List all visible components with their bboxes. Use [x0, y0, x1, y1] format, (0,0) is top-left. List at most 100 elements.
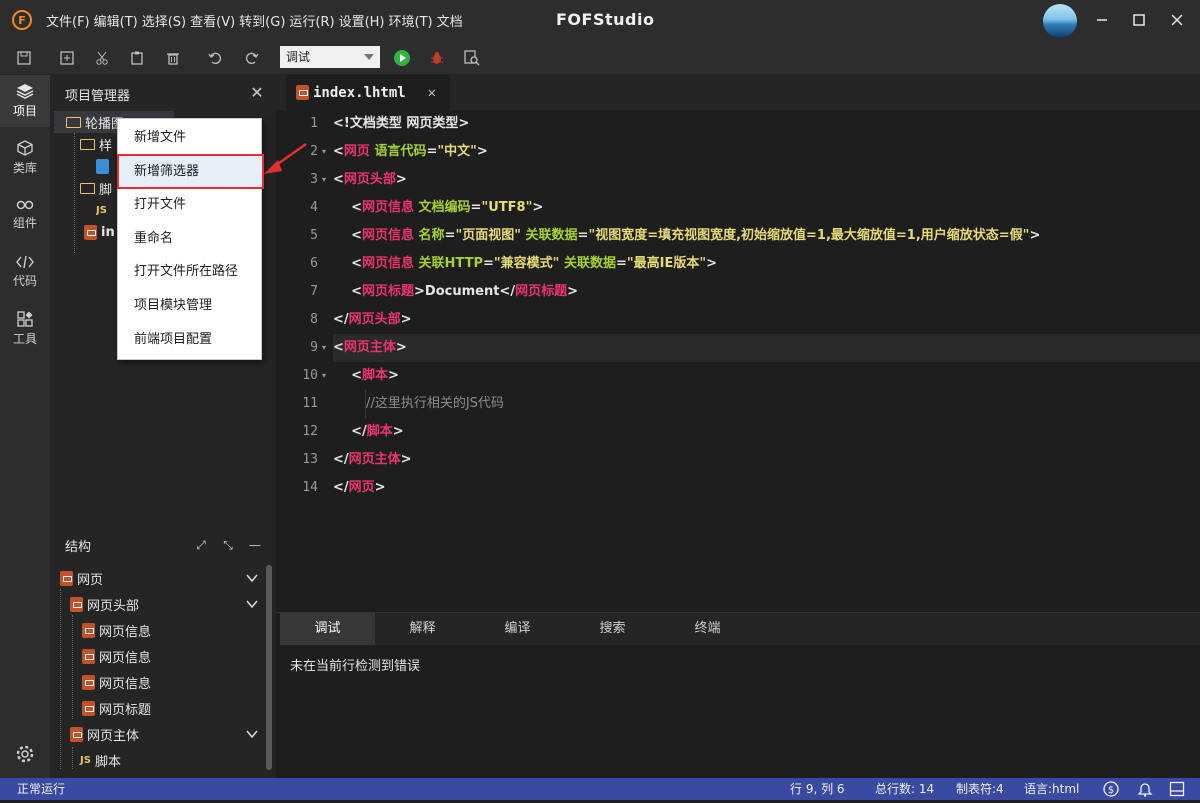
code-token: < — [333, 256, 362, 271]
menu-edit[interactable]: 编辑(T) — [94, 11, 138, 30]
code-token: = — [615, 256, 627, 271]
code-line[interactable]: </网页头部> — [333, 306, 412, 334]
activity-tools[interactable]: 工具 — [0, 303, 50, 355]
redo-icon[interactable] — [242, 48, 262, 68]
code-line[interactable]: <网页头部> — [333, 166, 407, 194]
menu-item-project-config[interactable]: 前端项目配置 — [118, 323, 263, 356]
tab-compile[interactable]: 编译 — [470, 613, 565, 645]
run-icon[interactable] — [392, 48, 412, 68]
code-line[interactable]: </网页主体> — [333, 446, 412, 474]
code-token: "页面视图" — [455, 228, 521, 243]
maximize-icon[interactable] — [1129, 10, 1149, 30]
activity-components[interactable]: 组件 — [0, 189, 50, 241]
menu-item-new-file[interactable]: 新增文件 — [118, 121, 263, 154]
code-line[interactable]: <脚本> — [333, 362, 399, 390]
menu-item-module-management[interactable]: 项目模块管理 — [118, 289, 263, 322]
menu-run[interactable]: 运行(R) — [289, 11, 334, 30]
close-icon[interactable] — [1167, 10, 1187, 30]
new-file-icon[interactable] — [57, 48, 77, 68]
link-icon — [16, 200, 34, 210]
code-line[interactable]: <网页信息 名称="页面视图" 关联数据="视图宽度=填充视图宽度,初始缩放值=… — [333, 222, 1040, 250]
line-number: 10 — [302, 368, 318, 383]
run-mode-select[interactable]: 调试 — [280, 46, 380, 68]
chevron-down-icon[interactable] — [246, 598, 258, 610]
settings-gear-icon[interactable] — [0, 735, 50, 775]
menu-select[interactable]: 选择(S) — [142, 11, 186, 30]
chevron-down-icon[interactable] — [246, 728, 258, 740]
structure-item[interactable]: 网页头部 — [70, 591, 139, 617]
code-line[interactable]: <网页标题>Document</网页标题> — [333, 278, 578, 306]
tab-index-file[interactable]: index.lhtml ✕ — [286, 75, 450, 110]
code-line[interactable]: </网页> — [333, 474, 386, 502]
minimize-panel-icon[interactable]: — — [248, 538, 262, 552]
fold-chevron-icon[interactable]: ▾ — [322, 166, 330, 194]
structure-item[interactable]: JS 脚本 — [80, 747, 121, 773]
undo-icon[interactable] — [205, 48, 225, 68]
menu-file[interactable]: 文件(F) — [46, 11, 90, 30]
delete-icon[interactable] — [163, 48, 183, 68]
menu-item-open-file[interactable]: 打开文件 — [118, 188, 263, 221]
structure-scrollbar[interactable] — [266, 565, 272, 770]
tab-terminal[interactable]: 终端 — [660, 613, 755, 645]
debug-bug-icon[interactable] — [427, 48, 447, 68]
minimize-icon[interactable] — [1092, 10, 1112, 30]
html-tag-icon — [82, 700, 95, 716]
avatar[interactable] — [1043, 4, 1077, 38]
menu-environment[interactable]: 环境(T) — [389, 11, 433, 30]
find-file-icon[interactable] — [462, 48, 482, 68]
cursor-position[interactable]: 行 9, 列 6 — [790, 778, 845, 800]
fold-chevron-icon[interactable]: ▾ — [322, 138, 330, 166]
close-panel-icon[interactable]: ✕ — [248, 84, 266, 102]
code-line[interactable]: <网页 语言代码="中文"> — [333, 138, 488, 166]
structure-item[interactable]: 网页信息 — [82, 617, 151, 643]
menu-item-open-file-location[interactable]: 打开文件所在路径 — [118, 255, 263, 288]
fold-chevron-icon[interactable]: ▾ — [322, 334, 330, 362]
html-file-icon — [296, 85, 309, 100]
cut-icon[interactable] — [92, 48, 112, 68]
activity-library[interactable]: 类库 — [0, 132, 50, 184]
code-line[interactable]: <网页信息 文档编码="UTF8"> — [333, 194, 543, 222]
expand-all-icon[interactable]: ⤢ — [194, 538, 208, 552]
close-tab-icon[interactable]: ✕ — [428, 85, 436, 101]
paste-icon[interactable] — [127, 48, 147, 68]
code-line[interactable]: //这里执行相关的JS代码 — [333, 390, 504, 418]
code-token: >Document</ — [414, 284, 516, 299]
code-token: < — [333, 172, 344, 187]
language-mode[interactable]: 语言:html — [1024, 778, 1079, 800]
code-token: 脚本 — [366, 424, 393, 439]
menu-view[interactable]: 查看(V) — [190, 11, 235, 30]
code-editor[interactable]: 1 2 ▾ 3 ▾ 4 5 6 7 8 9 ▾ 10 ▾ 11 12 13 14 <!文档类型 网页类型> <网页 … — [276, 110, 1200, 612]
activity-code[interactable]: 代码 — [0, 246, 50, 298]
code-line[interactable]: </脚本> — [333, 418, 404, 446]
menu-item-new-filter[interactable]: 新增筛选器 — [117, 154, 264, 189]
chevron-down-icon[interactable] — [246, 572, 258, 584]
code-token: 脚本 — [362, 368, 389, 383]
menu-settings[interactable]: 设置(H) — [339, 11, 385, 30]
structure-item[interactable]: 网页信息 — [82, 643, 151, 669]
code-token: > — [395, 340, 407, 355]
code-line[interactable]: <网页信息 关联HTTP="兼容模式" 关联数据="最高IE版本"> — [333, 250, 717, 278]
menu-item-rename[interactable]: 重命名 — [118, 222, 263, 255]
structure-item[interactable]: 网页 — [60, 565, 103, 591]
tab-debug[interactable]: 调试 — [280, 613, 375, 645]
fold-chevron-icon[interactable]: ▾ — [322, 362, 330, 390]
svg-text:$: $ — [1108, 785, 1114, 796]
structure-item[interactable]: 网页信息 — [82, 669, 151, 695]
tab-size[interactable]: 制表符:4 — [956, 778, 1004, 800]
code-token: 网页标题 — [362, 284, 415, 299]
menu-goto[interactable]: 转到(G) — [239, 11, 285, 30]
activity-project[interactable]: 项目 — [0, 75, 50, 127]
tab-search[interactable]: 搜索 — [565, 613, 660, 645]
code-token: 关联HTTP — [414, 256, 483, 271]
menu-docs[interactable]: 文档 — [437, 11, 463, 30]
tools-icon — [17, 311, 33, 327]
code-line[interactable]: <!文档类型 网页类型> — [333, 110, 469, 138]
code-token: 文档编码 — [414, 200, 471, 215]
collapse-all-icon[interactable]: ⤡ — [221, 538, 235, 552]
tab-interpret[interactable]: 解释 — [375, 613, 470, 645]
save-icon[interactable] — [14, 48, 34, 68]
structure-item[interactable]: 网页标题 — [82, 695, 151, 721]
folder-icon — [80, 138, 95, 150]
code-line[interactable]: <网页主体> — [333, 334, 407, 362]
structure-item[interactable]: 网页主体 — [70, 721, 139, 747]
